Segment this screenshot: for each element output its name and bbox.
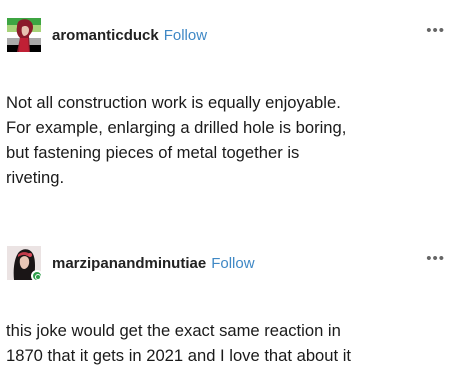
post-body-line: Not all construction work is equally enj… xyxy=(6,93,341,112)
post-author: marzipanandminutiae Follow xyxy=(52,255,255,272)
post-header: aromanticduck Follow ••• xyxy=(0,18,457,58)
status-badge-icon xyxy=(31,270,43,282)
post-header: marzipanandminutiae Follow ••• xyxy=(0,246,457,286)
post-body: this joke would get the exact same react… xyxy=(6,318,446,368)
post-author: aromanticduck Follow xyxy=(52,27,207,44)
post-body: Not all construction work is equally enj… xyxy=(6,90,446,190)
post-body-line: 1870 that it gets in 2021 and I love tha… xyxy=(6,346,352,365)
post-body-line: but fastening pieces of metal together i… xyxy=(6,143,300,162)
more-options-icon[interactable]: ••• xyxy=(426,22,445,39)
aromantic-flag-avatar-icon xyxy=(7,18,41,52)
username-link[interactable]: aromanticduck xyxy=(52,27,159,44)
post-body-line: For example, enlarging a drilled hole is… xyxy=(6,118,347,137)
post-body-line: riveting. xyxy=(6,168,65,187)
follow-button[interactable]: Follow xyxy=(164,27,207,44)
more-options-icon[interactable]: ••• xyxy=(426,250,445,267)
avatar[interactable] xyxy=(7,18,41,52)
follow-button[interactable]: Follow xyxy=(211,255,254,272)
post-body-line: this joke would get the exact same react… xyxy=(6,321,341,340)
username-link[interactable]: marzipanandminutiae xyxy=(52,255,206,272)
